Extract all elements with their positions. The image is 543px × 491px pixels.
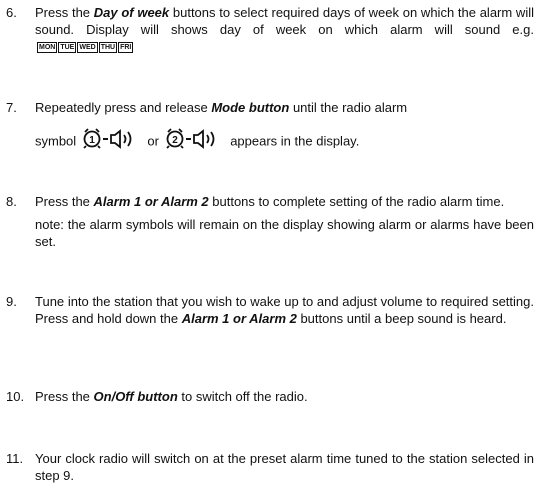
day-fri: FRI — [118, 42, 134, 54]
alarm2-radio-icon: 2 — [165, 127, 225, 157]
emphasis-day-of-week: Day of week — [93, 5, 170, 20]
step-number: 9. — [6, 294, 17, 309]
step-6: 6. Press the Day of week buttons to sele… — [6, 4, 534, 55]
step-number: 10. — [6, 389, 25, 404]
step-8: 8. Press the Alarm 1 or Alarm 2 buttons … — [6, 193, 534, 250]
day-thu: THU — [98, 42, 118, 54]
step-10: 10. Press the On/Off button to switch of… — [6, 388, 534, 405]
day-mon: MON — [37, 42, 58, 54]
alarm1-radio-icon: 1 — [82, 127, 142, 157]
note-text: note: the alarm symbols will remain on t… — [35, 217, 534, 249]
emphasis-alarm-buttons: Alarm 1 or Alarm 2 — [93, 194, 209, 209]
step-number: 6. — [6, 5, 17, 20]
step-9: 9. Tune into the station that you wish t… — [6, 293, 534, 327]
step-text: Repeatedly press and release Mode button… — [35, 99, 534, 157]
step-number: 11. — [6, 451, 24, 466]
emphasis-on-off-button: On/Off button — [93, 389, 178, 404]
step-number: 7. — [6, 100, 17, 115]
step-text: Tune into the station that you wish to w… — [35, 294, 534, 326]
step-text: Press the Day of week buttons to select … — [35, 5, 534, 54]
step-text: Press the On/Off button to switch off th… — [35, 389, 308, 404]
step-7: 7. Repeatedly press and release Mode but… — [6, 99, 534, 157]
day-of-week-display: MON TUE WED THU FRI — [37, 42, 134, 54]
step-text: Press the Alarm 1 or Alarm 2 buttons to … — [35, 194, 534, 249]
step-11: 11. Your clock radio will switch on at t… — [6, 450, 534, 484]
step-number: 8. — [6, 194, 17, 209]
day-wed: WED — [77, 42, 98, 54]
svg-text:1: 1 — [89, 135, 95, 146]
day-tue: TUE — [58, 42, 77, 54]
emphasis-mode-button: Mode button — [211, 100, 290, 115]
emphasis-alarm-buttons: Alarm 1 or Alarm 2 — [181, 311, 297, 326]
step-text: Your clock radio will switch on at the p… — [35, 451, 534, 483]
svg-text:2: 2 — [172, 135, 178, 146]
